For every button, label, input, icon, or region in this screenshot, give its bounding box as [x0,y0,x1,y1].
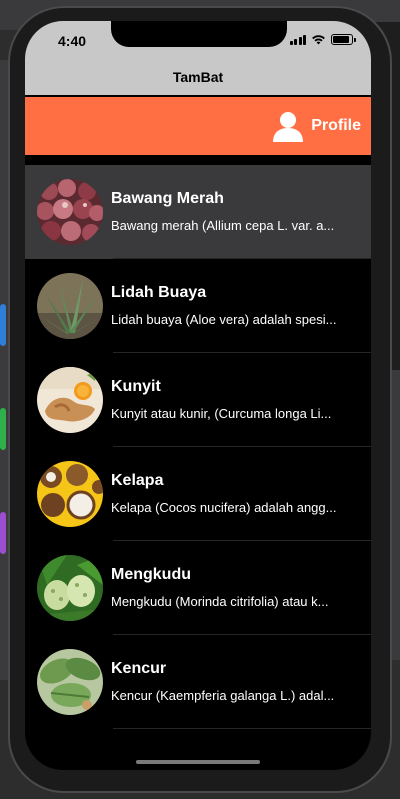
noni-image [37,555,103,621]
item-description: Lidah buaya (Aloe vera) adalah spesi... [111,312,337,327]
profile-header: Profile [25,97,371,155]
list-item[interactable]: Kencur Kencur (Kaempferia galanga L.) ad… [25,635,371,729]
aloe-image [37,273,103,339]
person-icon [273,112,304,142]
nav-title: TamBat [172,69,224,85]
list-item[interactable]: Kunyit Kunyit atau kunir, (Curcuma longa… [25,353,371,447]
item-name: Lidah Buaya [111,284,207,301]
list-item[interactable]: Mengkudu Mengkudu (Morinda citrifolia) a… [25,541,371,635]
item-description: Kelapa (Cocos nucifera) adalah angg... [111,500,337,515]
item-description: Kencur (Kaempferia galanga L.) adal... [111,688,335,703]
item-description: Kunyit atau kunir, (Curcuma longa Li... [111,406,332,421]
wifi-icon [312,35,325,45]
item-name: Bawang Merah [111,190,224,207]
home-indicator[interactable] [136,760,260,764]
shallot-image [37,179,103,245]
profile-label: Profile [311,117,361,134]
row-separator [113,728,371,729]
list-item[interactable]: Bawang Merah Bawang merah (Allium cepa L… [25,165,371,259]
battery-icon [331,34,356,45]
status-icons [289,34,356,45]
turmeric-image [37,367,103,433]
coconut-image [37,461,103,527]
panel-chip-blue [0,304,6,346]
panel-chip-green [0,408,6,450]
list-item[interactable]: Kelapa Kelapa (Cocos nucifera) adalah an… [25,447,371,541]
item-description: Mengkudu (Morinda citrifolia) atau k... [111,594,329,609]
plant-list: Bawang Merah Bawang merah (Allium cepa L… [25,165,371,729]
item-description: Bawang merah (Allium cepa L. var. a... [111,218,335,233]
galangal-image [37,649,103,715]
device-notch [111,21,287,47]
item-name: Kunyit [111,378,161,395]
item-name: Kencur [111,660,167,677]
list-item[interactable]: Lidah Buaya Lidah buaya (Aloe vera) adal… [25,259,371,353]
app-screen: 4:40 TamBat Profile Bawang Merah Bawang … [25,21,371,770]
profile-button[interactable]: Profile [271,109,361,143]
item-name: Mengkudu [111,566,191,583]
item-name: Kelapa [111,472,164,489]
cellular-signal-icon [289,34,306,45]
status-time: 4:40 [58,33,87,49]
panel-chip-purple [0,512,6,554]
